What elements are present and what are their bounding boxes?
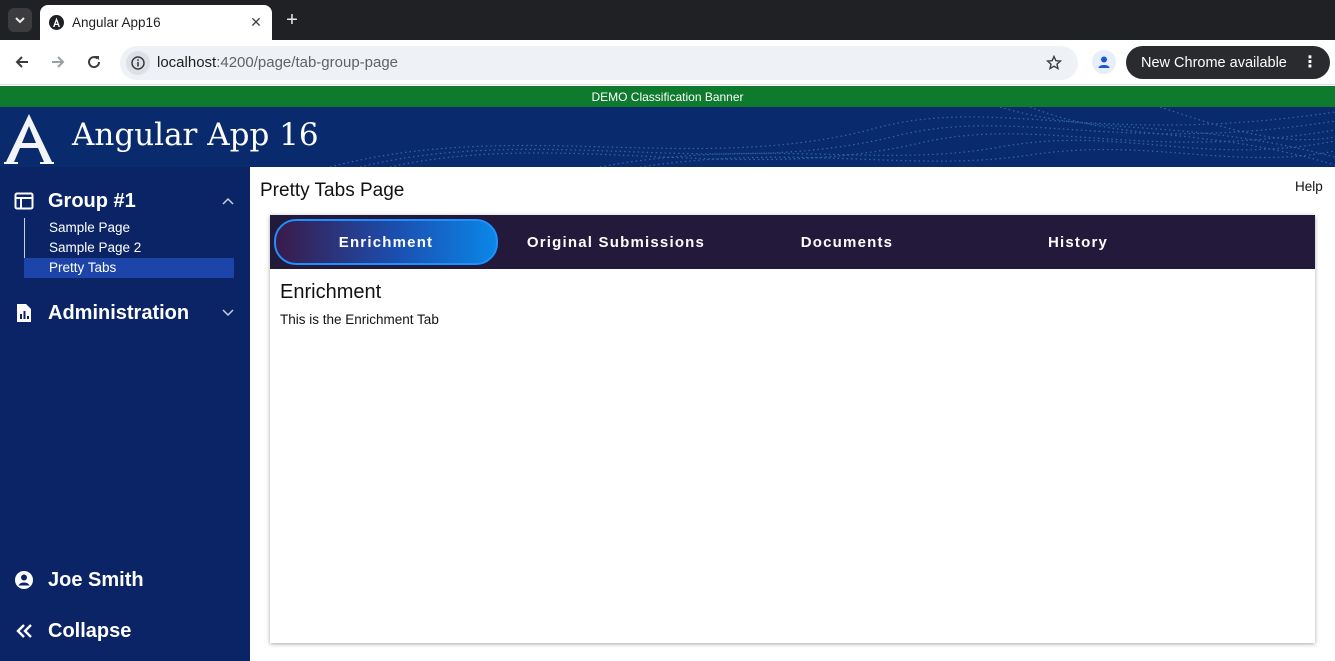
app-header: Angular App 16	[0, 107, 1335, 167]
sidebar-group-label: Administration	[48, 301, 190, 324]
more-vert-icon[interactable]: ⋮	[1302, 52, 1318, 72]
browser-toolbar: localhost:4200/page/tab-group-page New C…	[0, 40, 1335, 85]
tab-enrichment[interactable]: Enrichment	[274, 219, 498, 265]
user-name: Joe Smith	[48, 568, 144, 591]
tab-panel-enrichment: Enrichment This is the Enrichment Tab	[280, 281, 439, 327]
chevron-up-icon[interactable]	[220, 193, 236, 209]
angular-favicon-icon	[49, 15, 64, 30]
back-button[interactable]	[10, 50, 34, 74]
browser-tab-title: Angular App16	[72, 15, 161, 30]
sidebar-group-administration[interactable]: Administration	[14, 298, 236, 328]
sidebar-item-sample-page-2[interactable]: Sample Page 2	[25, 238, 234, 258]
sidebar: Group #1 Sample Page Sample Page 2 Prett…	[0, 167, 250, 661]
classification-banner: DEMO Classification Banner	[0, 86, 1335, 107]
sidebar-item-sample-page[interactable]: Sample Page	[25, 218, 234, 238]
app-logo-icon	[4, 114, 54, 164]
arrow-right-icon	[52, 56, 65, 68]
sidebar-group-group-1[interactable]: Group #1	[14, 186, 236, 216]
url-path: :4200/page/tab-group-page	[216, 54, 399, 71]
account-circle-icon	[14, 570, 34, 590]
banner-text: DEMO Classification Banner	[591, 89, 744, 104]
chevron-down-icon	[15, 17, 25, 24]
app-title: Angular App 16	[72, 117, 319, 153]
browser-tab[interactable]: Angular App16 ✕	[40, 5, 272, 40]
new-tab-button[interactable]: +	[281, 9, 303, 31]
tab-bar: Enrichment Original Submissions Document…	[270, 215, 1315, 269]
close-tab-icon[interactable]: ✕	[246, 13, 266, 33]
url-text[interactable]: localhost:4200/page/tab-group-page	[157, 54, 398, 71]
sidebar-item-pretty-tabs[interactable]: Pretty Tabs	[24, 258, 234, 278]
reload-button[interactable]	[82, 50, 106, 74]
collapse-label: Collapse	[48, 619, 132, 642]
chrome-update-button[interactable]: New Chrome available ⋮	[1126, 46, 1330, 79]
tab-documents[interactable]: Documents	[735, 219, 959, 265]
url-host: localhost	[157, 54, 217, 71]
user-menu[interactable]: Joe Smith	[14, 565, 236, 595]
double-chevron-left-icon	[14, 621, 34, 641]
group-1-items: Sample Page Sample Page 2 Pretty Tabs	[24, 218, 234, 278]
update-label: New Chrome available	[1141, 54, 1287, 71]
person-icon	[1098, 56, 1110, 68]
tab-original-submissions[interactable]: Original Submissions	[504, 219, 728, 265]
sidebar-group-label: Group #1	[48, 189, 136, 212]
tab-group-card: Enrichment Original Submissions Document…	[270, 215, 1315, 643]
help-link[interactable]: Help	[1295, 179, 1323, 194]
browser-tabstrip: Angular App16 ✕ +	[0, 0, 1335, 40]
tab-search-button[interactable]	[8, 8, 32, 32]
reload-icon	[88, 56, 101, 69]
collapse-button[interactable]: Collapse	[14, 616, 236, 646]
page-title: Pretty Tabs Page	[260, 180, 405, 201]
dashboard-icon	[14, 191, 34, 211]
arrow-left-icon	[15, 56, 28, 68]
panel-text: This is the Enrichment Tab	[280, 312, 439, 327]
tab-history[interactable]: History	[966, 219, 1190, 265]
bookmark-star-icon[interactable]	[1044, 53, 1064, 73]
profile-button[interactable]	[1092, 50, 1116, 74]
address-bar[interactable]: localhost:4200/page/tab-group-page	[120, 46, 1078, 80]
forward-button[interactable]	[46, 50, 70, 74]
site-info-icon[interactable]	[126, 51, 150, 75]
report-icon	[14, 303, 34, 323]
panel-heading: Enrichment	[280, 281, 382, 303]
chevron-down-icon[interactable]	[220, 305, 236, 321]
